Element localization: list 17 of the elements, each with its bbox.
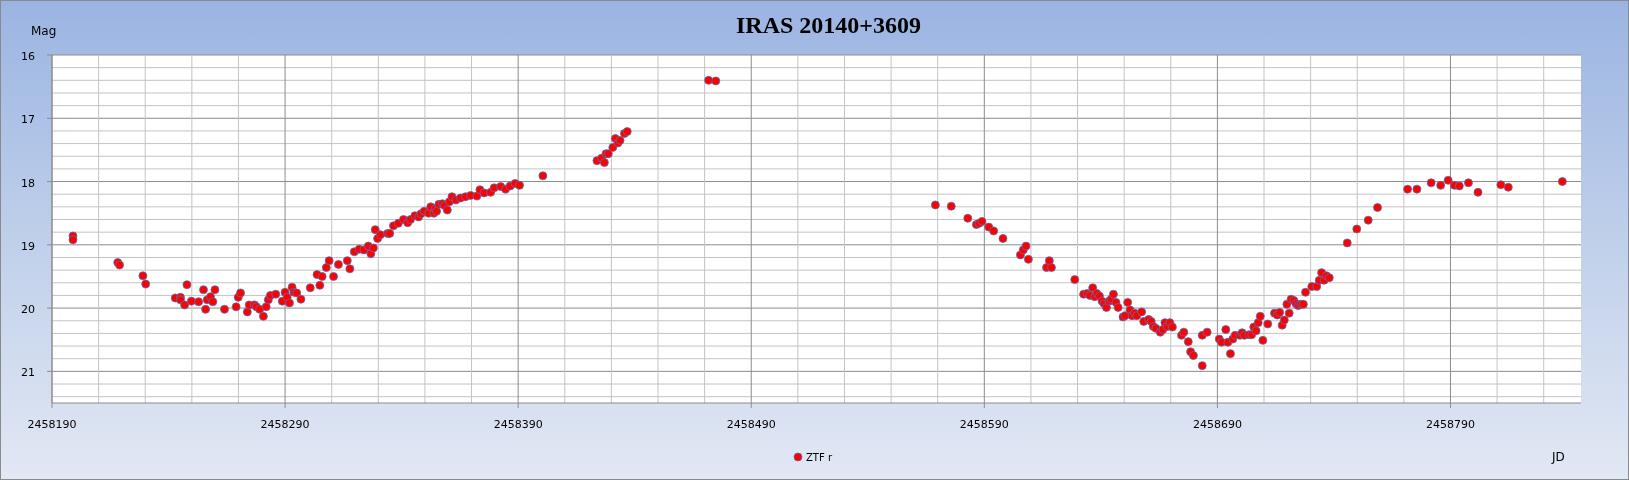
tick-label: 17 <box>21 113 35 127</box>
chart-title: IRAS 20140+3609 <box>736 12 921 38</box>
tick-label: 19 <box>21 239 35 253</box>
tick-label: 2458490 <box>726 418 776 431</box>
legend-label: ZTF r <box>806 452 832 463</box>
tick-label: 20 <box>21 303 35 317</box>
tick-label: 2458190 <box>27 418 77 431</box>
tick-label: 2458690 <box>1192 418 1242 431</box>
tick-label: 2458590 <box>959 418 1009 431</box>
tick-label: 16 <box>21 50 35 63</box>
tick-label: 18 <box>21 176 35 190</box>
axis-label: Mag <box>31 24 57 38</box>
axis-label: JD <box>1552 450 1565 464</box>
tick-label: 21 <box>21 366 35 380</box>
tick-label: 2458790 <box>1426 418 1475 431</box>
tick-label: 2458290 <box>260 418 310 431</box>
tick-label: 2458390 <box>493 418 543 431</box>
